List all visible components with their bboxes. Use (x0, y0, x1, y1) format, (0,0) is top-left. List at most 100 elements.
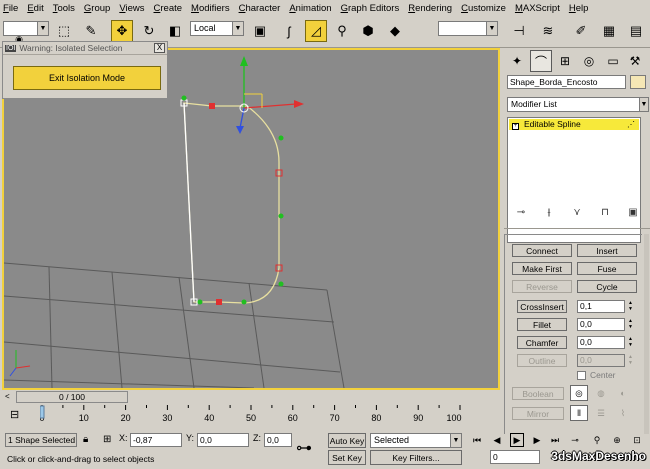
menu-create[interactable]: Create (154, 3, 183, 14)
mirror-both-icon[interactable]: ⌇ (614, 405, 632, 421)
intersect-icon[interactable]: ◐ (614, 385, 632, 401)
selection-filter-dropdown[interactable]: ▼ (3, 21, 49, 36)
pivot-icon[interactable]: ▣ (249, 20, 271, 42)
reference-coord-dropdown[interactable]: Local ▼ (190, 21, 244, 36)
named-selection-dropdown[interactable]: ▼ (438, 21, 498, 36)
angle-snap-icon[interactable]: ◿ (305, 20, 327, 42)
menu-group[interactable]: Group (84, 3, 110, 14)
mirror-horizontal-icon[interactable]: ⫴ (570, 405, 588, 421)
lock-selection-icon[interactable]: 🔒︎ (83, 434, 88, 445)
x-coordinate-field[interactable]: -0,87 (130, 433, 182, 447)
menu-animation[interactable]: Animation (289, 3, 331, 14)
perspective-viewport[interactable] (2, 48, 500, 390)
utilities-tab-icon[interactable]: ⚒ (624, 50, 646, 72)
make-first-button[interactable]: Make First (512, 262, 572, 275)
subtract-icon[interactable]: ◍ (592, 385, 610, 401)
set-key-button[interactable]: Set Key (328, 450, 366, 465)
menu-edit[interactable]: Edit (27, 3, 43, 14)
outline-button[interactable]: Outline (517, 354, 567, 367)
expand-icon[interactable]: + (512, 123, 519, 130)
menu-help[interactable]: Help (569, 3, 589, 14)
menu-graph-editors[interactable]: Graph Editors (341, 3, 400, 14)
menu-character[interactable]: Character (239, 3, 281, 14)
render-setup-icon[interactable]: ▤ (625, 20, 647, 42)
move-icon[interactable]: ✥ (111, 20, 133, 42)
exit-isolation-button[interactable]: Exit Isolation Mode (13, 66, 161, 90)
object-name-field[interactable]: Shape_Borda_Encosto (507, 75, 626, 89)
menu-tools[interactable]: Tools (53, 3, 75, 14)
slider-left-icon[interactable]: < (5, 392, 10, 401)
reverse-button[interactable]: Reverse (512, 280, 572, 293)
display-tab-icon[interactable]: ▭ (602, 50, 624, 72)
move-gizmo[interactable] (236, 56, 304, 134)
pin-stack-icon[interactable]: ⊸ (513, 207, 529, 218)
set-key-icon[interactable]: ⊶ (296, 438, 312, 458)
time-slider[interactable]: 0 / 100 (16, 391, 128, 403)
center-checkbox[interactable] (577, 371, 586, 380)
isolation-dialog-titlebar[interactable]: IOI Warning: Isolated Selection (3, 42, 167, 55)
current-frame-field[interactable]: 0 (490, 450, 540, 464)
fuse-button[interactable]: Fuse (577, 262, 637, 275)
outline-spinner[interactable]: 0,0 (577, 354, 625, 367)
zoom-icon[interactable]: ⚲ (590, 433, 604, 447)
zoom-extents-icon[interactable]: ⊡ (630, 433, 644, 447)
current-frame-marker[interactable] (40, 405, 45, 419)
spinner-snap-icon[interactable]: ⬢ (357, 20, 379, 42)
key-filters-button[interactable]: Key Filters... (370, 450, 462, 465)
auto-key-button[interactable]: Auto Key (328, 433, 366, 448)
menu-maxscript[interactable]: MAXScript (515, 3, 560, 14)
mirror-vertical-icon[interactable]: ☰ (592, 405, 610, 421)
link-icon[interactable]: ✎ (80, 20, 102, 42)
go-to-end-icon[interactable]: ⏭ (548, 433, 562, 447)
make-unique-icon[interactable]: ⋎ (569, 207, 585, 218)
mini-curve-editor-icon[interactable]: ⊟ (10, 408, 19, 421)
union-icon[interactable]: ◎ (570, 385, 588, 401)
insert-button[interactable]: Insert (577, 244, 637, 257)
object-color-swatch[interactable] (630, 75, 646, 89)
rotate-icon[interactable]: ↻ (138, 20, 160, 42)
show-end-result-icon[interactable]: ⫲ (541, 207, 557, 218)
percent-snap-icon[interactable]: ⚲ (331, 20, 353, 42)
spline-shape[interactable] (183, 102, 280, 304)
cycle-button[interactable]: Cycle (577, 280, 637, 293)
scale-icon[interactable]: ◧ (164, 20, 186, 42)
configure-sets-icon[interactable]: ▣ (625, 207, 641, 218)
chamfer-button[interactable]: Chamfer (517, 336, 567, 349)
snap-icon[interactable]: ʃ (278, 20, 300, 42)
crossinsert-spinner[interactable]: 0,1 (577, 300, 625, 313)
remove-modifier-icon[interactable]: ⊓ (597, 207, 613, 218)
mirror-icon[interactable]: ◆ (384, 20, 406, 42)
key-mode-toggle-icon[interactable]: ⊸ (568, 433, 582, 447)
timeline-ruler[interactable]: 0102030405060708090100 (40, 405, 465, 427)
layer-icon[interactable]: ≋ (537, 20, 559, 42)
connect-button[interactable]: Connect (512, 244, 572, 257)
menu-file[interactable]: File (3, 3, 18, 14)
play-icon[interactable]: ▶ (510, 433, 524, 447)
y-coordinate-field[interactable]: 0,0 (197, 433, 249, 447)
key-mode-dropdown[interactable]: Selected ▼ (370, 433, 462, 448)
boolean-button[interactable]: Boolean (512, 387, 564, 400)
menu-views[interactable]: Views (119, 3, 144, 14)
z-coordinate-field[interactable]: 0,0 (264, 433, 292, 447)
fillet-button[interactable]: Fillet (517, 318, 567, 331)
spinner-arrows-icon[interactable]: ▲ ▼ (627, 354, 634, 367)
hierarchy-tab-icon[interactable]: ⊞ (554, 50, 576, 72)
command-panel-scrollbar[interactable] (644, 234, 649, 434)
crossinsert-button[interactable]: CrossInsert (517, 300, 567, 313)
next-frame-icon[interactable]: ▶ (530, 433, 544, 447)
menu-rendering[interactable]: Rendering (408, 3, 452, 14)
modifier-list-dropdown[interactable]: Modifier List ▼ (507, 97, 649, 112)
zoom-all-icon[interactable]: ⊕ (610, 433, 624, 447)
curve-editor-icon[interactable]: ✐ (570, 20, 592, 42)
absolute-mode-icon[interactable]: ⊞ (103, 434, 111, 445)
motion-tab-icon[interactable]: ◎ (578, 50, 600, 72)
close-icon[interactable]: X (154, 43, 165, 53)
mirror-button[interactable]: Mirror (512, 407, 564, 420)
menu-modifiers[interactable]: Modifiers (191, 3, 230, 14)
select-region-icon[interactable]: ⬚ (53, 20, 75, 42)
spinner-arrows-icon[interactable]: ▲ ▼ (627, 336, 634, 349)
spinner-arrows-icon[interactable]: ▲ ▼ (627, 318, 634, 331)
create-tab-icon[interactable]: ✦ (506, 50, 528, 72)
previous-frame-icon[interactable]: ◀ (490, 433, 504, 447)
stack-item-editable-spline[interactable]: + Editable Spline ⋰ (509, 119, 639, 130)
